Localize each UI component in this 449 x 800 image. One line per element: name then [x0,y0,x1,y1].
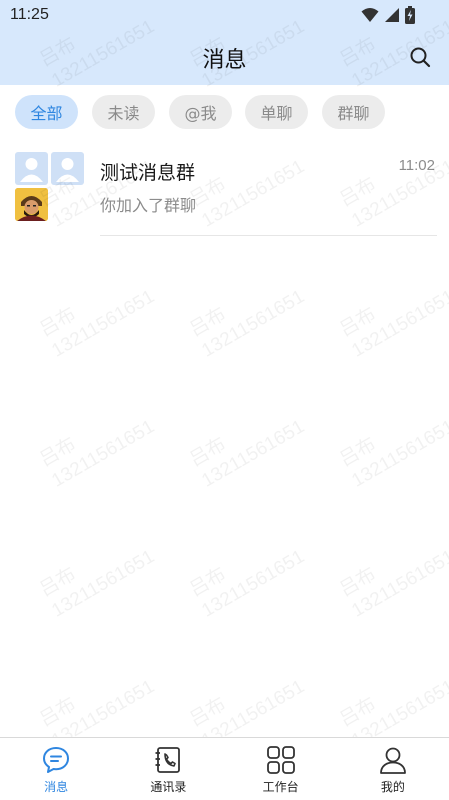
filter-chip-group-chat[interactable]: 群聊 [322,95,385,129]
filter-chip-label: @我 [184,104,217,123]
member-avatar-photo [15,188,48,221]
filter-chip-label: 全部 [30,104,63,123]
watermark-text: 吕布13211561651 [186,286,309,362]
filter-chip-label: 单聊 [260,104,293,123]
watermark-text: 吕布13211561651 [36,286,159,362]
watermark-text: 吕布13211561651 [186,546,309,622]
filter-chip-all[interactable]: 全部 [15,95,78,129]
contacts-icon [155,747,181,773]
watermark-text: 吕布13211561651 [186,676,309,740]
watermark-text: 吕布13211561651 [336,416,449,492]
bottom-tab-bar: 消息 通讯录 工作台 我的 [0,737,449,800]
status-icons [361,6,415,24]
tab-messages[interactable]: 消息 [0,738,112,800]
group-avatar [15,152,87,222]
filter-chip-unread[interactable]: 未读 [92,95,155,129]
watermark-text: 吕布13211561651 [186,416,309,492]
signal-icon [385,8,399,22]
search-icon[interactable] [409,46,431,68]
grid-icon [266,746,295,774]
title-bar: 消息 [0,30,449,85]
watermark-text: 吕布13211561651 [36,546,159,622]
watermark-text: 吕布13211561651 [36,676,159,740]
filter-chip-label: 群聊 [337,104,370,123]
person-icon [20,158,43,182]
tab-workbench[interactable]: 工作台 [225,738,337,800]
watermark-text: 吕布13211561651 [336,676,449,740]
app-header: 11:25 消息 [0,0,449,85]
watermark-text: 吕布13211561651 [336,286,449,362]
tab-label: 我的 [380,780,405,794]
conversation-time: 11:02 [398,157,435,174]
tab-label: 通讯录 [150,780,187,794]
filter-chip-mentions[interactable]: @我 [169,95,232,129]
tab-profile[interactable]: 我的 [337,738,449,800]
filter-bar: 全部 未读 @我 单聊 群聊 [0,85,449,138]
conversation-preview: 你加入了群聊 [100,196,197,215]
divider [100,235,437,236]
battery-icon [405,6,415,24]
tab-contacts[interactable]: 通讯录 [112,738,224,800]
status-time: 11:25 [10,6,49,23]
wifi-icon [361,8,379,22]
page-title: 消息 [202,48,247,73]
member-avatar-placeholder [51,152,84,185]
tab-label: 工作台 [262,780,299,794]
watermark-text: 吕布13211561651 [336,546,449,622]
conversation-name: 测试消息群 [100,162,196,184]
filter-chip-single-chat[interactable]: 单聊 [245,95,308,129]
chat-icon [43,747,70,773]
member-avatar-placeholder [15,152,48,185]
warrior-avatar-icon [15,188,48,221]
status-bar: 11:25 [0,0,449,30]
tab-label: 消息 [44,780,69,794]
watermark-text: 吕布13211561651 [36,416,159,492]
profile-icon [379,747,406,774]
filter-chip-label: 未读 [107,104,140,123]
conversation-item[interactable]: 测试消息群 你加入了群聊 11:02 [0,140,449,236]
person-icon [56,158,79,182]
